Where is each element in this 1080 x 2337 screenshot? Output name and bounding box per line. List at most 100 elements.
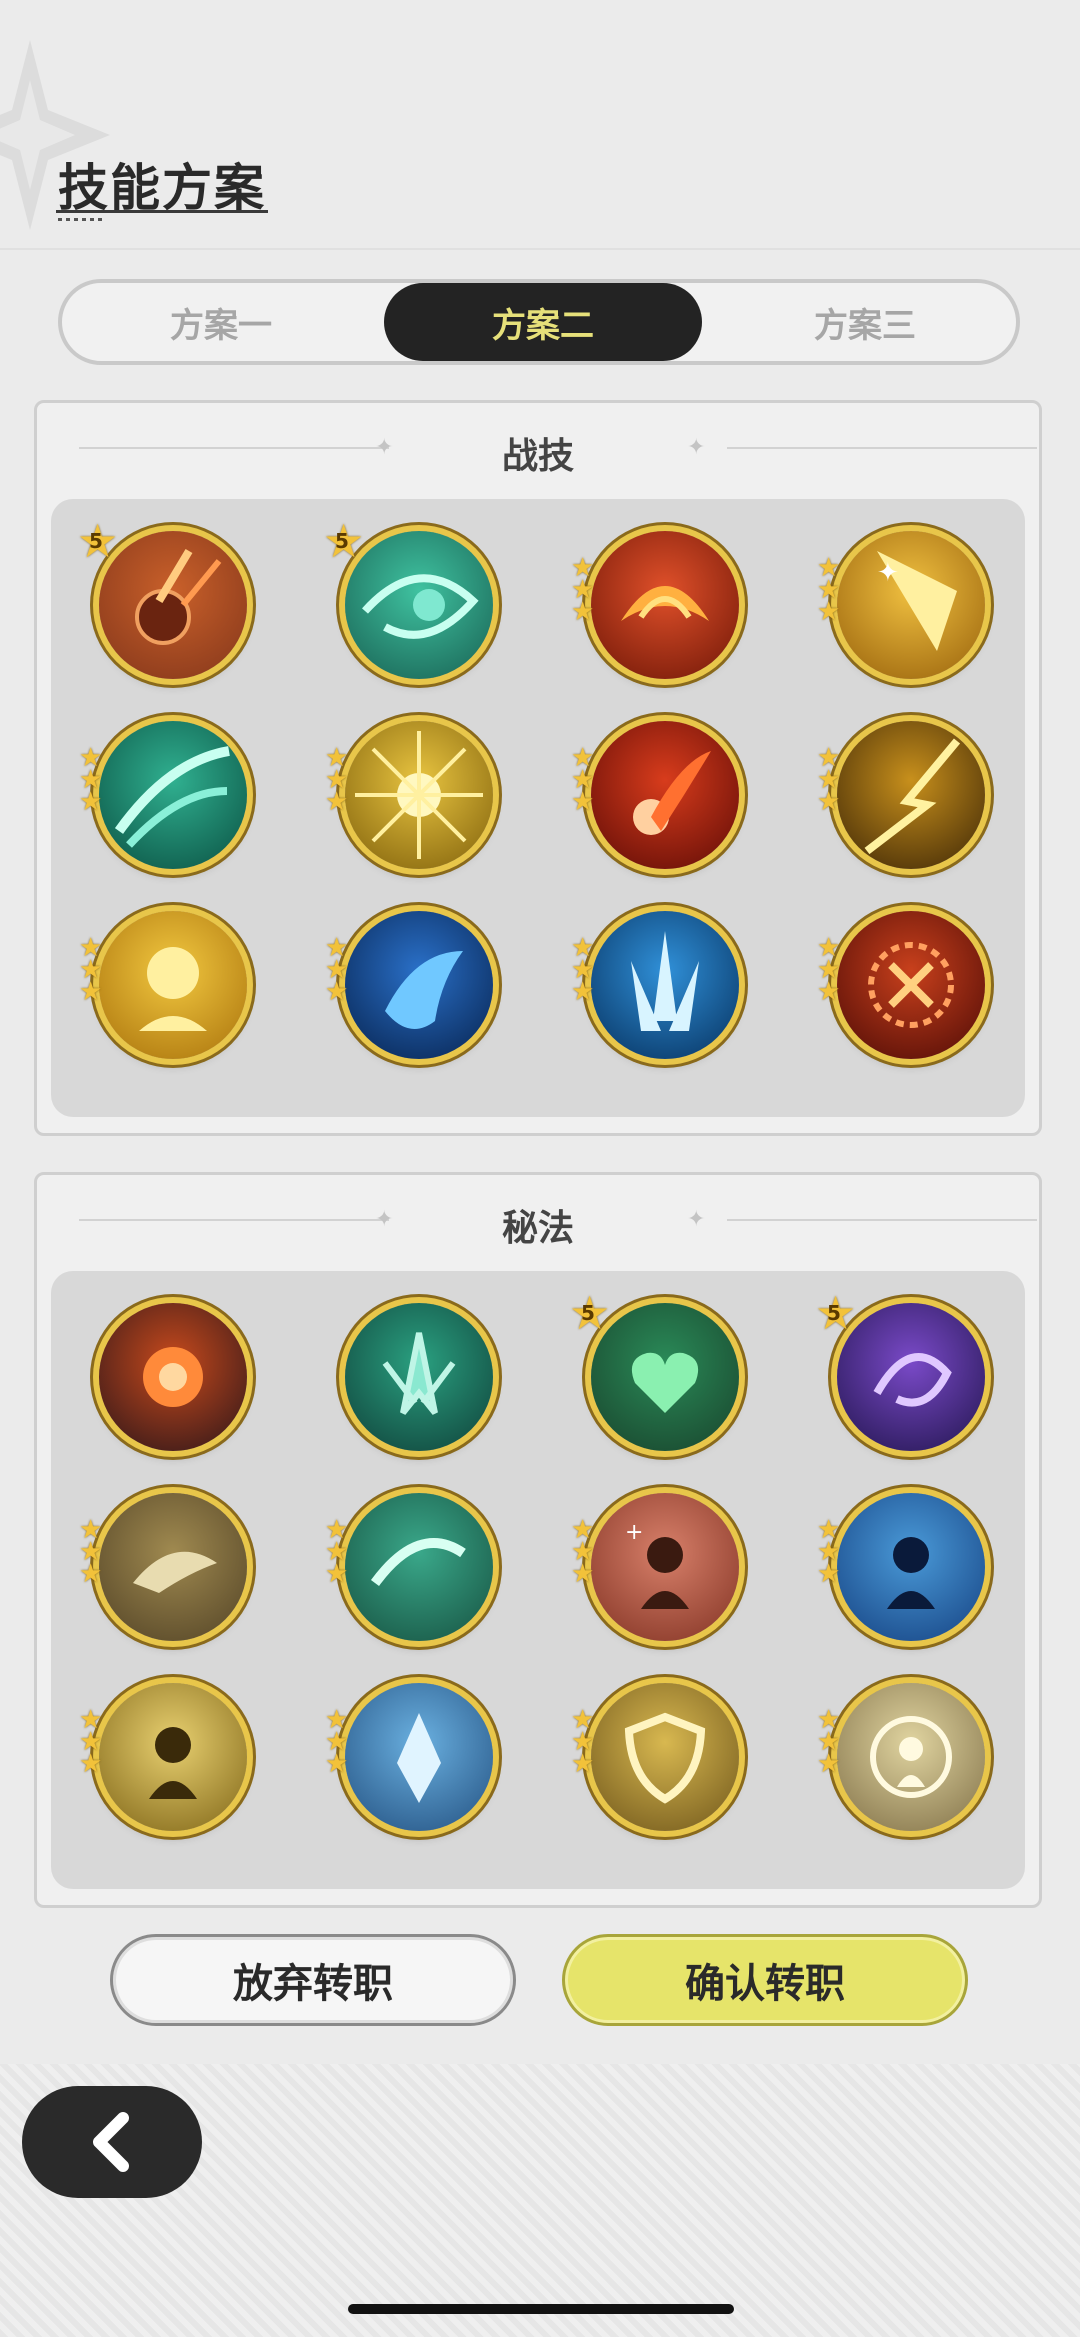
fireball-skill-icon[interactable]: ★ ★ ★	[571, 721, 739, 869]
star-icon: ★	[817, 597, 841, 627]
divider-line	[727, 1219, 1037, 1221]
fire-explosion-skill-icon[interactable]: ★ ★ ★	[817, 911, 985, 1059]
star-rating: ★ ★ ★	[571, 935, 595, 1007]
wind-step-arcane-icon[interactable]: ★ ★ ★	[325, 1493, 493, 1641]
star-icon: ★	[571, 597, 595, 627]
shadow-swirl-arcane-icon[interactable]: ★ 5	[815, 1290, 985, 1451]
star-icon: ★	[817, 787, 841, 817]
sparkle-icon: ✦	[687, 1207, 706, 1232]
skill-artwork	[99, 1303, 247, 1451]
star-icon: ★	[79, 977, 103, 1007]
skill-artwork	[99, 531, 247, 679]
star-rating: ★ ★ ★	[571, 1707, 595, 1779]
back-button[interactable]	[22, 2086, 202, 2198]
skill-artwork	[837, 1683, 985, 1831]
tab-plan-2[interactable]: 方案二	[384, 283, 702, 361]
radiant-burst-skill-icon[interactable]: ★ ★ ★	[325, 721, 493, 869]
skill-artwork	[345, 721, 493, 869]
blue-flame-skill-icon[interactable]: ★ ★ ★	[325, 911, 493, 1059]
combat-section-title: 战技	[501, 436, 574, 477]
barrier-figure-arcane-icon[interactable]: ★ ★ ★	[817, 1683, 985, 1831]
title-underline	[56, 210, 268, 213]
skill-artwork	[99, 721, 247, 869]
plan-tabs: 方案一 方案二 方案三	[58, 279, 1020, 365]
arcane-skills-panel: ✦ 秘法 ✦ ★ 5 ★ 5 ★ ★ ★ ★ ★ ★ + ★ ★ ★ ★ ★ ★ ★ ★ ★ ★ ★ ★ ★ ★ ★ ★ ★ ★	[34, 1172, 1042, 1908]
holy-light-skill-icon[interactable]: ✦ ★ ★ ★	[817, 531, 985, 679]
skill-artwork	[99, 911, 247, 1059]
level-badge: ★ 5	[323, 518, 365, 564]
arcane-panel-header: ✦ 秘法 ✦	[37, 1175, 1039, 1265]
shield-arcane-icon[interactable]: ★ ★ ★	[571, 1683, 739, 1831]
skill-artwork: ✦	[837, 531, 985, 679]
star-icon: ★	[817, 1749, 841, 1779]
star-rating: ★ ★ ★	[817, 935, 841, 1007]
confirm-job-change-button[interactable]: 确认转职	[562, 1934, 968, 2026]
home-indicator	[348, 2304, 734, 2314]
star-rating: ★ ★ ★	[325, 1707, 349, 1779]
level-badge-number: 5	[89, 529, 103, 553]
level-badge: ★ 5	[77, 518, 119, 564]
star-icon: ★	[79, 1559, 103, 1589]
tab-plan-3[interactable]: 方案三	[706, 283, 1024, 361]
meteor-skill-icon[interactable]: ★ 5	[77, 518, 247, 679]
star-rating: ★ ★ ★	[817, 1517, 840, 1587]
skill-artwork	[591, 721, 739, 869]
sparkle-icon: ✦	[687, 435, 706, 460]
light-figure-arcane-icon[interactable]: ★ ★ ★	[79, 1683, 247, 1831]
skill-artwork	[591, 911, 739, 1059]
wind-vortex-skill-icon[interactable]: ★ 5	[323, 518, 493, 679]
combat-skill-grid: ★ 5 ★ 5 ★ ★ ★ ✦ ★ ★ ★ ★ ★ ★ ★ ★ ★ ★ ★ ★ ★ ★ ★ ★ ★ ★ ★ ★ ★ ★ ★ ★ ★ ★ ★	[51, 499, 1025, 1117]
level-badge: ★ 5	[569, 1290, 611, 1336]
star-icon: ★	[325, 977, 349, 1007]
heal-figure-arcane-icon[interactable]: + ★ ★ ★	[571, 1493, 739, 1641]
star-icon: ★	[571, 787, 595, 817]
star-rating: ★ ★ ★	[325, 1517, 349, 1589]
header-divider	[0, 248, 1080, 250]
level-badge-number: 5	[827, 1301, 841, 1325]
star-icon: ★	[571, 1749, 595, 1779]
title-dots	[58, 218, 106, 221]
ice-shard-arcane-icon[interactable]: ★ ★ ★	[325, 1683, 493, 1831]
star-icon: ★	[571, 977, 595, 1007]
level-badge-number: 5	[581, 1301, 595, 1325]
winged-hat-arcane-icon[interactable]: ★ ★ ★	[79, 1493, 247, 1641]
star-icon: ★	[817, 977, 841, 1007]
star-icon: ★	[325, 1749, 349, 1779]
skill-artwork	[99, 1493, 247, 1641]
heart-heal-arcane-icon[interactable]: ★ 5	[569, 1290, 739, 1451]
star-rating: ★ ★ ★	[79, 745, 103, 817]
star-rating: ★ ★ ★	[325, 745, 349, 817]
star-icon: ★	[325, 787, 349, 817]
skill-artwork	[837, 1303, 985, 1451]
wind-slash-skill-icon[interactable]: ★ ★ ★	[79, 721, 247, 869]
star-rating: ★ ★ ★	[817, 745, 841, 817]
fire-burst-skill-icon[interactable]: ★ ★ ★	[571, 531, 739, 679]
skill-artwork	[345, 911, 493, 1059]
lightning-strike-skill-icon[interactable]: ★ ★ ★	[817, 721, 985, 869]
abandon-job-change-button[interactable]: 放弃转职	[110, 1934, 516, 2026]
skill-artwork	[591, 1683, 739, 1831]
combat-skills-panel: ✦ 战技 ✦ ★ 5 ★ 5 ★ ★ ★ ✦ ★ ★ ★ ★ ★ ★ ★ ★ ★ ★ ★ ★ ★ ★ ★ ★ ★ ★ ★ ★ ★ ★ ★ ★ ★…	[34, 400, 1042, 1136]
skill-artwork	[345, 1683, 493, 1831]
skill-artwork: +	[591, 1493, 739, 1641]
tab-plan-1[interactable]: 方案一	[62, 283, 380, 361]
combat-panel-header: ✦ 战技 ✦	[37, 403, 1039, 493]
flame-orb-arcane-icon[interactable]	[99, 1303, 247, 1451]
star-icon: ★	[571, 1559, 595, 1589]
wind-blades-arcane-icon[interactable]	[345, 1303, 493, 1451]
star-rating: ★ ★ ★	[817, 1707, 841, 1779]
star-rating: ★ ★ ★	[325, 935, 349, 1007]
star-rating: ★ ★ ★	[571, 555, 595, 627]
level-badge-number: 5	[335, 529, 349, 553]
ice-crystal-skill-icon[interactable]: ★ ★ ★	[571, 911, 739, 1059]
star-icon: ★	[325, 1559, 349, 1589]
golden-aura-skill-icon[interactable]: ★ ★ ★	[79, 911, 247, 1059]
star-icon: ★	[79, 787, 103, 817]
skill-artwork	[837, 721, 985, 869]
star-rating: ★ ★ ★	[571, 1517, 595, 1589]
water-figure-arcane-icon[interactable]: ★ ★ ★	[817, 1493, 985, 1641]
star-rating: ★ ★ ★	[817, 555, 841, 627]
svg-text:+: +	[625, 1520, 643, 1545]
arcane-skill-grid: ★ 5 ★ 5 ★ ★ ★ ★ ★ ★ + ★ ★ ★ ★ ★ ★ ★ ★ ★ ★ ★ ★ ★ ★ ★ ★ ★ ★	[51, 1271, 1025, 1889]
arcane-section-title: 秘法	[501, 1208, 574, 1249]
